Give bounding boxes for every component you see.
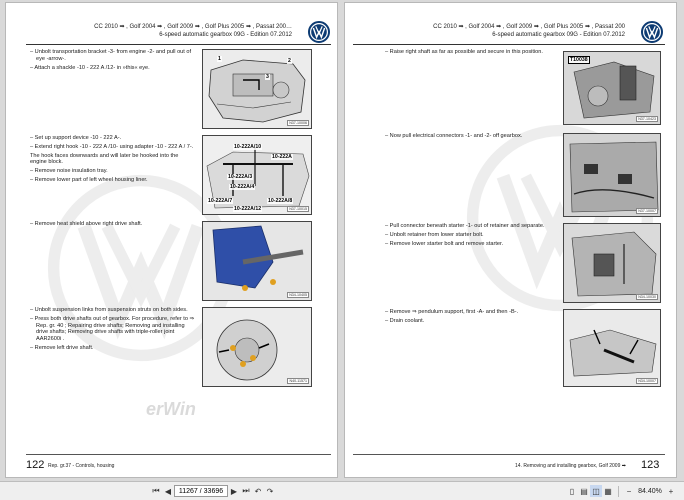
footer-rule <box>26 454 331 455</box>
vw-logo-icon <box>308 21 330 43</box>
figure-raise-shaft: T10038 N37-10423 <box>563 51 661 125</box>
figure-code: N37-10423 <box>636 116 658 122</box>
header-edition: 6-speed automatic gearbox 09G - Edition … <box>159 32 292 38</box>
step-text: Attach a shackle -10 - 222 A /12- in »th… <box>30 65 196 72</box>
header-rule <box>26 44 331 45</box>
figure-code: N34-10405 <box>287 292 309 298</box>
zoom-out-icon[interactable]: − <box>623 485 635 497</box>
figure-support-device: 10-222A/10 10-222A 10-222A/3 10-222A/4 1… <box>202 135 312 215</box>
step-text: Remove left drive shaft. <box>30 345 196 352</box>
footer-rule <box>353 454 665 455</box>
previous-page-icon[interactable]: ◀ <box>162 485 174 497</box>
toolbar-divider <box>618 485 619 497</box>
continuous-view-icon[interactable]: ▤ <box>578 485 590 497</box>
figure-connectors: N37-10007 <box>563 133 661 217</box>
callout-label: 10-222A/8 <box>267 198 294 204</box>
callout-label: 10-222A/4 <box>229 184 256 190</box>
step-block-1: Raise right shaft as far as possible and… <box>385 49 555 58</box>
callout-label: 10-222A/10 <box>233 144 263 150</box>
step-text: Drain coolant. <box>385 318 555 325</box>
figure-code: N34-10007 <box>636 378 658 384</box>
page-number: 122 <box>26 459 45 471</box>
callout-label: 1 <box>217 56 222 62</box>
step-block-1: Unbolt transportation bracket -3- from e… <box>30 49 196 73</box>
figure-drive-shaft: N40-11571 <box>202 307 312 387</box>
figure-heat-shield: N34-10405 <box>202 221 312 301</box>
step-block-4: Unbolt suspension links from suspension … <box>30 307 196 354</box>
callout-label: 10-222A/3 <box>227 174 254 180</box>
step-text: Remove ⇒ pendulum support, first -A- and… <box>385 309 555 316</box>
step-text: Unbolt suspension links from suspension … <box>30 307 196 314</box>
single-page-view-icon[interactable]: ▯ <box>566 485 578 497</box>
step-text: Extend right hook -10 - 222 A /10- using… <box>30 144 196 151</box>
page-footer: Rep. gr.37 - Controls, housing <box>48 463 115 469</box>
page-header: CC 2010 ➡ , Golf 2004 ➡ , Golf 2009 ➡ , … <box>415 23 625 39</box>
watermark-text: erWin <box>146 399 196 419</box>
figure-engine-bracket: 1 2 3 N37-10006 <box>202 49 312 129</box>
connectors-illustration-icon <box>564 134 660 216</box>
step-text: Remove heat shield above right drive sha… <box>30 221 196 228</box>
viewer-toolbar: ⏮ ◀ ▶ ⏭ ↶ ↷ ▯ ▤ ◫ ▦ − 84.40% + <box>0 481 684 500</box>
facing-pages-view-icon[interactable]: ◫ <box>590 485 602 497</box>
header-rule <box>353 44 665 45</box>
step-text: Press both drive shafts out of gearbox. … <box>30 316 196 343</box>
note-text: The hook faces downwards and will later … <box>30 152 179 166</box>
step-block-3: Remove heat shield above right drive sha… <box>30 221 196 230</box>
right-page: CC 2010 ➡ , Golf 2004 ➡ , Golf 2009 ➡ , … <box>344 2 677 478</box>
header-edition: 6-speed automatic gearbox 09G - Edition … <box>492 32 625 38</box>
zoom-in-icon[interactable]: + <box>665 485 677 497</box>
page-number-input[interactable] <box>174 485 228 497</box>
callout-label: T10038 <box>568 56 590 64</box>
starter-illustration-icon <box>564 224 660 302</box>
page-footer: 14. Removing and installing gearbox, Gol… <box>515 463 626 469</box>
figure-pendulum-support: N34-10007 <box>563 309 661 387</box>
heat-shield-illustration-icon <box>203 222 311 300</box>
step-text: Remove noise insulation tray. <box>30 168 196 175</box>
next-view-icon[interactable]: ↷ <box>264 485 276 497</box>
step-text: Remove lower starter bolt and remove sta… <box>385 241 555 248</box>
last-page-icon[interactable]: ⏭ <box>240 485 252 497</box>
step-text: Unbolt retainer from lower starter bolt. <box>385 232 555 239</box>
zoom-level[interactable]: 84.40% <box>635 488 665 495</box>
left-page: erWin CC 2010 ➡ , Golf 2004 ➡ , Golf 200… <box>5 2 338 478</box>
step-block-3: Pull connector beneath starter -1- out o… <box>385 223 555 249</box>
figure-code: N34-10030 <box>636 294 658 300</box>
step-text: Unbolt transportation bracket -3- from e… <box>30 49 196 63</box>
callout-label: 3 <box>265 74 270 80</box>
continuous-facing-view-icon[interactable]: ▦ <box>602 485 614 497</box>
step-text: Set up support device -10 - 222 A-. <box>30 135 196 142</box>
figure-code: N40-11571 <box>287 378 309 384</box>
step-text: Raise right shaft as far as possible and… <box>385 49 555 56</box>
figure-code: N37-10006 <box>287 120 309 126</box>
figure-code: N37-10015 <box>287 206 309 212</box>
document-viewer: erWin CC 2010 ➡ , Golf 2004 ➡ , Golf 200… <box>0 0 684 500</box>
header-models: CC 2010 ➡ , Golf 2004 ➡ , Golf 2009 ➡ , … <box>433 24 625 30</box>
next-page-icon[interactable]: ▶ <box>228 485 240 497</box>
step-text: Pull connector beneath starter -1- out o… <box>385 223 555 230</box>
header-models: CC 2010 ➡ , Golf 2004 ➡ , Golf 2009 ➡ , … <box>94 24 292 30</box>
callout-label: 2 <box>287 58 292 64</box>
pendulum-support-illustration-icon <box>564 310 660 386</box>
figure-starter: N34-10030 <box>563 223 661 303</box>
vw-logo-icon <box>641 21 663 43</box>
page-number: 123 <box>641 459 660 471</box>
callout-label: 10-222A <box>271 154 293 160</box>
step-block-2: Set up support device -10 - 222 A-. Exte… <box>30 135 196 186</box>
callout-label: 10-222A/7 <box>207 198 234 204</box>
step-block-2: Now pull electrical connectors -1- and -… <box>385 133 555 142</box>
drive-shaft-illustration-icon <box>203 308 311 386</box>
figure-code: N37-10007 <box>636 208 658 214</box>
step-block-4: Remove ⇒ pendulum support, first -A- and… <box>385 309 555 327</box>
callout-label: 10-222A/12 <box>233 206 263 212</box>
previous-view-icon[interactable]: ↶ <box>252 485 264 497</box>
first-page-icon[interactable]: ⏮ <box>150 485 162 497</box>
page-header: CC 2010 ➡ , Golf 2004 ➡ , Golf 2009 ➡ , … <box>82 23 292 39</box>
step-text: Remove lower part of left wheel housing … <box>30 177 196 184</box>
step-text: Now pull electrical connectors -1- and -… <box>385 133 555 140</box>
